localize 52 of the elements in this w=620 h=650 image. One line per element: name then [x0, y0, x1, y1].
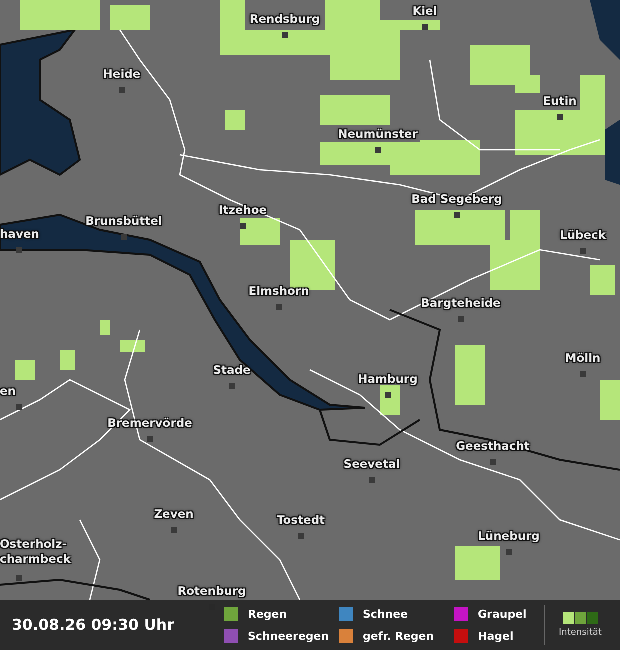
city-marker-icon [229, 383, 235, 389]
city-marker-icon [490, 459, 496, 465]
city-label: Seevetal [344, 457, 400, 472]
legend-label: Hagel [478, 630, 514, 642]
legend-label: Regen [248, 608, 288, 620]
city-label: Eutin [543, 94, 577, 109]
city-marker-icon [454, 212, 460, 218]
city-label: Osterholz- charmbeck [0, 537, 71, 567]
city-label: Brunsbüttel [86, 214, 162, 229]
city-marker-icon [369, 477, 375, 483]
city-label: Bargteheide [421, 296, 501, 311]
city-label: Rotenburg [178, 584, 246, 599]
city-marker-icon [422, 24, 428, 30]
city-marker-icon [385, 392, 391, 398]
city-marker-icon [580, 371, 586, 377]
intensity-label: Intensität [559, 628, 602, 638]
legend-label: Schneeregen [248, 630, 330, 642]
city-label: Elmshorn [248, 284, 310, 299]
city-marker-icon [119, 87, 125, 93]
legend-label: Graupel [478, 608, 527, 620]
city-marker-icon [121, 234, 127, 240]
city-label: Lüneburg [478, 529, 540, 544]
city-marker-icon [506, 549, 512, 555]
city-marker-icon [16, 575, 22, 581]
city-label: Bad Segeberg [412, 192, 502, 207]
city-label: Zeven [154, 507, 194, 522]
city-marker-icon [298, 533, 304, 539]
city-label: Neumünster [338, 127, 418, 142]
city-label: en [0, 384, 16, 399]
city-label: haven [0, 227, 40, 242]
city-marker-icon [16, 247, 22, 253]
city-label: Rendsburg [250, 12, 320, 27]
city-label: Mölln [565, 351, 601, 366]
city-label: Kiel [412, 4, 438, 19]
city-marker-icon [147, 436, 153, 442]
city-marker-icon [171, 527, 177, 533]
city-label: Stade [213, 363, 251, 378]
city-marker-icon [375, 147, 381, 153]
city-marker-icon [580, 248, 586, 254]
timestamp: 30.08.26 09:30 Uhr [12, 616, 176, 634]
city-label: Heide [103, 67, 141, 82]
city-label: Lübeck [560, 228, 606, 243]
legend-label: Schnee [363, 608, 408, 620]
legend-label: gefr. Regen [363, 630, 434, 642]
city-marker-icon [557, 114, 563, 120]
city-marker-icon [276, 304, 282, 310]
city-label: Tostedt [276, 513, 326, 528]
city-marker-icon [458, 316, 464, 322]
city-marker-icon [282, 32, 288, 38]
city-marker-icon [16, 404, 22, 410]
city-label: Hamburg [358, 372, 418, 387]
city-marker-icon [240, 223, 246, 229]
